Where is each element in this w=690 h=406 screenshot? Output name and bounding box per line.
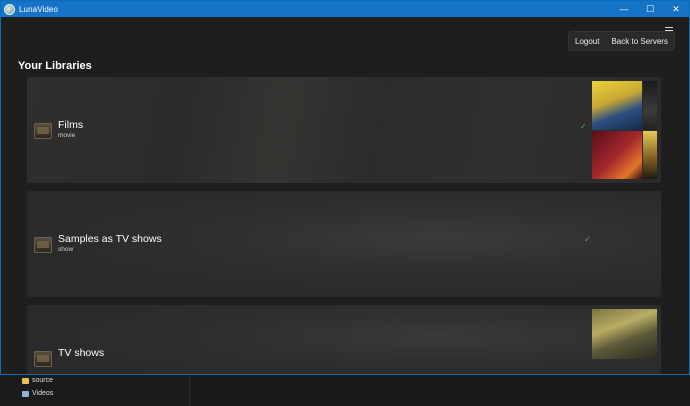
maximize-button[interactable]: ☐ [637,1,663,17]
app-logo-icon [4,3,15,15]
library-type: movie [58,132,76,139]
folder-icon [22,377,29,384]
tree-item-source[interactable]: source [22,377,53,384]
library-type: show [58,246,74,253]
poster-image [592,131,642,179]
tree-item-label: Videos [32,390,54,397]
close-button[interactable]: ✕ [663,1,689,17]
library-card-samples[interactable]: Samples as TV shows show ✓ [27,191,661,297]
back-to-servers-button[interactable]: Back to Servers [605,32,673,50]
minimize-button[interactable]: — [611,1,637,17]
header-button-group: Logout Back to Servers [569,32,674,50]
poster-image [643,81,657,130]
main-content: Logout Back to Servers Your Libraries Fi… [1,17,689,374]
film-reel-icon [34,237,52,253]
poster-image [643,131,657,179]
section-title: Your Libraries [18,60,92,72]
library-backdrop [27,77,661,183]
library-name: Samples as TV shows [58,233,162,245]
library-backdrop [27,305,661,374]
folder-icon [22,390,29,397]
library-card-tv-shows[interactable]: TV shows [27,305,661,374]
poster-image [592,309,657,359]
film-reel-icon [34,351,52,367]
logout-button[interactable]: Logout [569,32,605,50]
poster-collage [592,81,657,179]
film-reel-icon [34,123,52,139]
poster-image [592,81,642,130]
tree-item-videos[interactable]: Videos [22,390,53,397]
poster-collage [592,309,657,374]
check-icon: ✓ [580,122,587,131]
desktop-background: source Videos [0,375,690,406]
window-title: LunaVideo [19,4,59,14]
file-explorer-tree: source Videos [0,375,190,406]
title-bar[interactable]: LunaVideo — ☐ ✕ [1,1,689,17]
tree-item-label: source [32,377,54,384]
check-icon: ✓ [584,235,591,244]
library-name: TV shows [58,347,105,359]
library-card-films[interactable]: Films movie ✓ [27,77,661,183]
library-name: Films [58,119,84,131]
app-window: LunaVideo — ☐ ✕ Logout Back to Servers Y… [0,0,690,375]
window-controls: — ☐ ✕ [611,1,689,17]
